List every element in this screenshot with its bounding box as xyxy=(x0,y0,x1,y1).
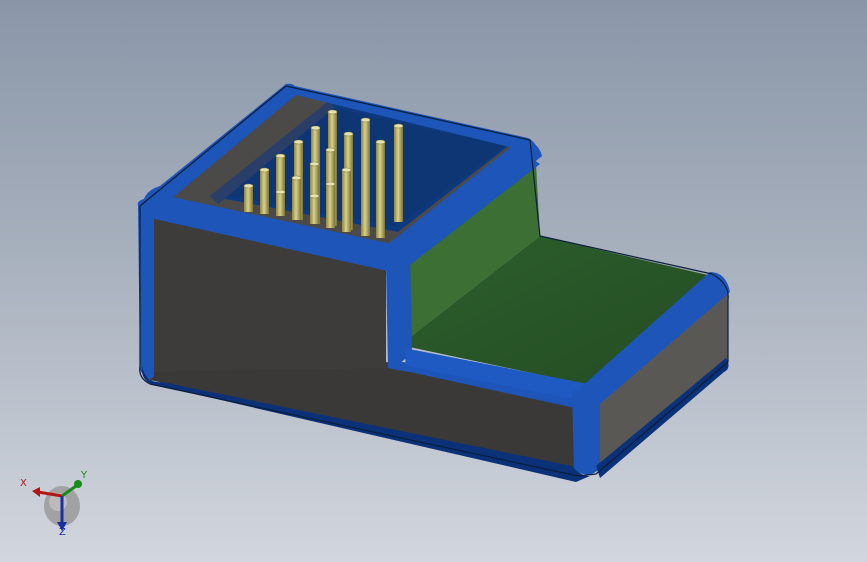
contact-pin xyxy=(361,120,370,236)
contact-pin xyxy=(244,186,253,212)
x-axis-label: X xyxy=(20,478,27,489)
contact-pin xyxy=(326,184,335,228)
graphics-viewport[interactable]: X Y Z xyxy=(0,0,867,562)
contact-pin xyxy=(394,126,403,222)
3d-model-connector-housing[interactable] xyxy=(0,0,867,562)
contact-pin xyxy=(376,142,385,238)
z-axis-label: Z xyxy=(59,527,66,538)
y-axis-label: Y xyxy=(81,470,88,481)
contact-pin xyxy=(310,196,319,224)
contact-pin xyxy=(292,178,301,220)
contact-pin xyxy=(276,192,285,216)
contact-pin xyxy=(342,170,351,232)
coordinate-triad[interactable]: X Y Z xyxy=(14,466,98,542)
fillet-low-front-vertical-edge xyxy=(572,390,600,475)
contact-pin xyxy=(260,170,269,214)
